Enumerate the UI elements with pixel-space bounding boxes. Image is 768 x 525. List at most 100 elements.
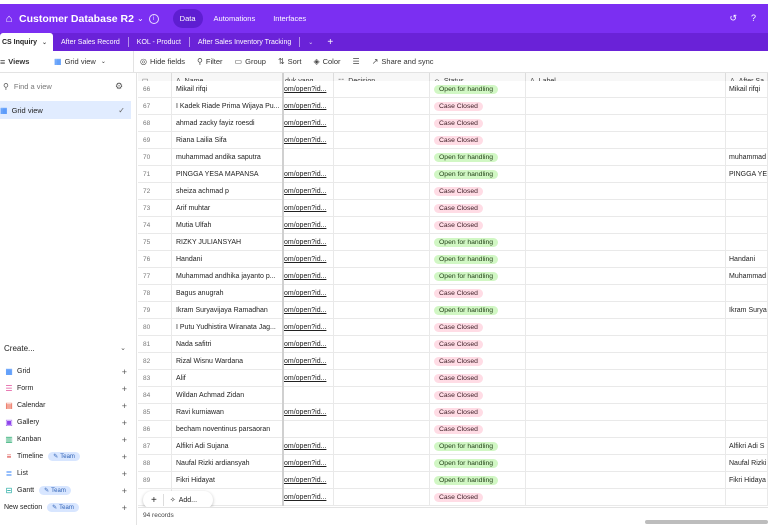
cell-after-sales[interactable] [726, 421, 768, 438]
table-row[interactable]: 73 Arif muhtar om/open?id... Case Closed [138, 200, 768, 217]
cell-after-sales[interactable]: Ikram Surya [726, 302, 768, 319]
cell-decision[interactable] [334, 200, 430, 217]
table-row[interactable]: 69 Riana Lailia Sifa om/open?id... Case Clo… [138, 132, 768, 149]
plus-icon[interactable]: + [122, 367, 127, 377]
cell-after-sales[interactable] [726, 370, 768, 387]
cell-label[interactable] [526, 285, 726, 302]
cell-label[interactable] [526, 489, 726, 506]
cell-status[interactable]: Case Closed [430, 98, 526, 115]
cell-name[interactable]: I Putu Yudhistira Wiranata Jag... [172, 319, 284, 336]
cell-decision[interactable] [334, 336, 430, 353]
cell-status[interactable]: Case Closed [430, 200, 526, 217]
create-new-section[interactable]: New section ✎ Team + [0, 499, 127, 516]
create-calendar[interactable]: ▤ Calendar + [0, 397, 127, 414]
cell-decision[interactable] [334, 421, 430, 438]
find-view-search[interactable]: ⚲ Find a view ⚙ [3, 81, 123, 91]
horizontal-scrollbar[interactable] [645, 520, 768, 524]
row-height-button[interactable]: ☰ [347, 57, 366, 66]
cell-after-sales[interactable] [726, 98, 768, 115]
link-text[interactable]: om/open?id... [284, 239, 326, 246]
cell-label[interactable] [526, 217, 726, 234]
link-text[interactable]: om/open?id... [284, 443, 326, 450]
table-row[interactable]: 67 I Kadek Riade Prima Wijaya Pu... om/ope… [138, 98, 768, 115]
cell-link[interactable]: om/open?id... [284, 98, 334, 115]
cell-link[interactable]: om/open?id... [284, 472, 334, 489]
table-row[interactable]: desom/open?id...Case Closed [138, 489, 768, 506]
cell-link[interactable]: om/open?id... [284, 353, 334, 370]
cell-name[interactable]: Wildan Achmad Zidan [172, 387, 284, 404]
cell-name[interactable]: Mikail rifqi [172, 81, 284, 98]
cell-decision[interactable] [334, 353, 430, 370]
cell-link[interactable]: om/open?id... [284, 115, 334, 132]
cell-name[interactable]: Naufal Rizki ardiansyah [172, 455, 284, 472]
link-text[interactable]: om/open?id... [284, 341, 326, 348]
cell-name[interactable]: Riana Lailia Sifa [172, 132, 284, 149]
cell-decision[interactable] [334, 370, 430, 387]
link-text[interactable]: om/open?id... [284, 205, 326, 212]
table-row[interactable]: 79 Ikram Suryavijaya Ramadhan om/open?id..… [138, 302, 768, 319]
cell-after-sales[interactable] [726, 336, 768, 353]
cell-status[interactable]: Case Closed [430, 421, 526, 438]
cell-after-sales[interactable]: Muhammad [726, 268, 768, 285]
cell-label[interactable] [526, 336, 726, 353]
cell-status[interactable]: Open for handling [430, 302, 526, 319]
chevron-down-icon[interactable]: ⌄ [42, 39, 47, 46]
cell-link[interactable]: om/open?id... [284, 183, 334, 200]
cell-decision[interactable] [334, 166, 430, 183]
plus-icon[interactable]: + [122, 418, 127, 428]
cell-after-sales[interactable] [726, 285, 768, 302]
cell-link[interactable]: om/open?id... [284, 234, 334, 251]
link-text[interactable]: om/open?id... [284, 290, 326, 297]
plus-icon[interactable]: + [122, 503, 127, 513]
link-text[interactable]: om/open?id... [284, 256, 326, 263]
table-row[interactable]: 84 Wildan Achmad Zidan Case Closed [138, 387, 768, 404]
table-row[interactable]: 82 Rizal Wisnu Wardana om/open?id... Case C… [138, 353, 768, 370]
cell-after-sales[interactable] [726, 387, 768, 404]
cell-name[interactable]: Fikri Hidayat [172, 472, 284, 489]
group-button[interactable]: ▭ Group [229, 57, 272, 66]
cell-label[interactable] [526, 353, 726, 370]
add-table-icon[interactable]: + [321, 37, 339, 48]
cell-label[interactable] [526, 183, 726, 200]
cell-link[interactable]: om/open?id... [284, 370, 334, 387]
cell-link[interactable]: om/open?id... [284, 132, 334, 149]
cell-status[interactable]: Open for handling [430, 166, 526, 183]
link-text[interactable]: om/open?id... [284, 494, 326, 501]
link-text[interactable]: om/open?id... [284, 137, 326, 144]
create-form[interactable]: ☰ Form + [0, 380, 127, 397]
cell-label[interactable] [526, 200, 726, 217]
info-icon[interactable]: i [148, 13, 159, 24]
cell-decision[interactable] [334, 132, 430, 149]
cell-link[interactable] [284, 421, 334, 438]
filter-button[interactable]: ⚲ Filter [191, 57, 229, 66]
cell-label[interactable] [526, 268, 726, 285]
cell-status[interactable]: Open for handling [430, 81, 526, 98]
cell-after-sales[interactable]: Alfikri Adi S [726, 438, 768, 455]
base-logo-icon[interactable]: ⌂ [2, 12, 16, 26]
cell-label[interactable] [526, 319, 726, 336]
cell-after-sales[interactable] [726, 234, 768, 251]
cell-link[interactable] [284, 149, 334, 166]
link-text[interactable]: om/open?id... [284, 86, 326, 93]
cell-name[interactable]: Ikram Suryavijaya Ramadhan [172, 302, 284, 319]
cell-label[interactable] [526, 472, 726, 489]
cell-status[interactable]: Case Closed [430, 489, 526, 506]
plus-icon[interactable]: + [122, 452, 127, 462]
color-button[interactable]: ◈ Color [307, 57, 346, 66]
link-text[interactable]: om/open?id... [284, 307, 326, 314]
tab-cs-inquiry[interactable]: CS Inquiry ⌄ [0, 33, 54, 51]
cell-name[interactable]: Rizal Wisnu Wardana [172, 353, 284, 370]
cell-link[interactable]: om/open?id... [284, 319, 334, 336]
table-row[interactable]: 83 Alif om/open?id... Case Closed [138, 370, 768, 387]
cell-name[interactable]: I Kadek Riade Prima Wijaya Pu... [172, 98, 284, 115]
hide-fields-button[interactable]: ◎ Hide fields [134, 57, 191, 66]
table-row[interactable]: 81 Nada safitri om/open?id... Case Closed [138, 336, 768, 353]
cell-status[interactable]: Open for handling [430, 455, 526, 472]
cell-decision[interactable] [334, 387, 430, 404]
cell-decision[interactable] [334, 98, 430, 115]
cell-name[interactable]: RIZKY JULIANSYAH [172, 234, 284, 251]
cell-link[interactable]: om/open?id... [284, 166, 334, 183]
cell-name[interactable]: PINGGA YESA MAPANSA [172, 166, 284, 183]
cell-after-sales[interactable] [726, 489, 768, 506]
cell-status[interactable]: Case Closed [430, 115, 526, 132]
